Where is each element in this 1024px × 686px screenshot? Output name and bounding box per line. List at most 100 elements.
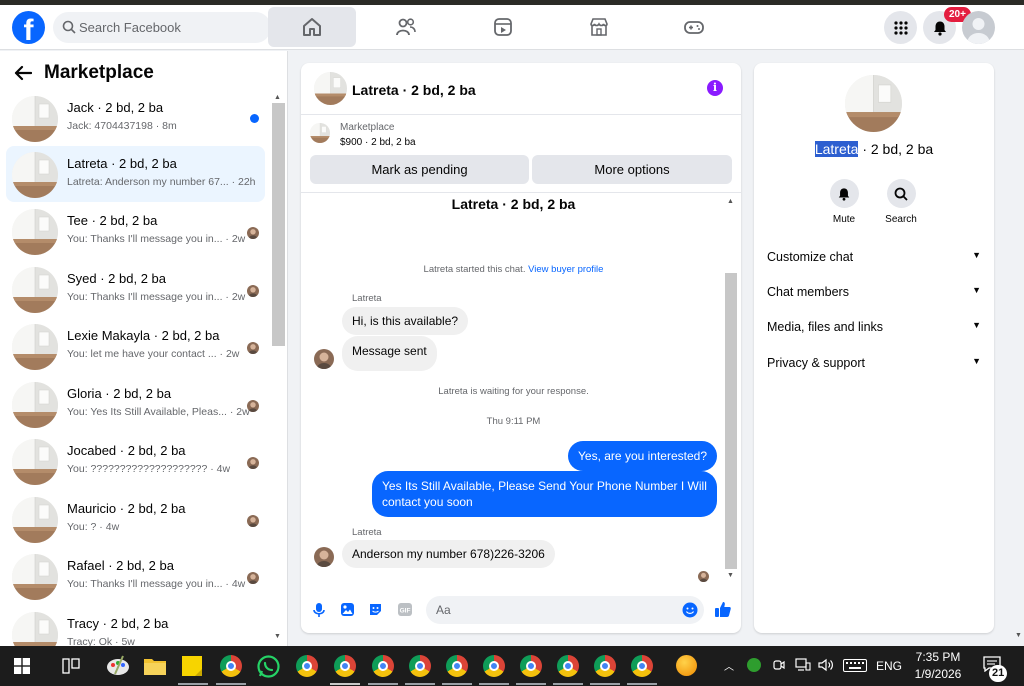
nav-tab-home[interactable] — [268, 7, 356, 47]
file-explorer-icon[interactable] — [143, 655, 167, 677]
system-clock[interactable]: 7:35 PM 1/9/2026 — [900, 649, 976, 683]
chrome-icon[interactable] — [334, 655, 356, 677]
message-bubble-incoming[interactable]: Hi, is this available? — [342, 307, 469, 335]
scroll-down-arrow[interactable]: ▼ — [274, 633, 281, 640]
conversation-item[interactable]: Tee · 2 bd, 2 ba You: Thanks I'll messag… — [6, 203, 265, 259]
conversation-item[interactable]: Gloria · 2 bd, 2 ba You: Yes Its Still A… — [6, 376, 265, 432]
info-icon[interactable]: i — [707, 80, 723, 96]
conversation-snippet: You: let me have your contact ... · 2w — [67, 348, 240, 360]
chrome-icon[interactable] — [372, 655, 394, 677]
whatsapp-icon[interactable] — [257, 655, 280, 678]
keyboard-icon[interactable] — [843, 659, 867, 672]
customize-chat-row[interactable]: Customize chat ▼ — [767, 250, 981, 264]
conversation-item-active[interactable]: Latreta · 2 bd, 2 ba Latreta: Anderson m… — [6, 146, 265, 202]
chat-scrollbar[interactable] — [725, 273, 737, 569]
emoji-icon[interactable] — [682, 602, 698, 618]
search-icon — [894, 187, 908, 201]
chrome-icon[interactable] — [446, 655, 468, 677]
chrome-icon[interactable] — [594, 655, 616, 677]
conversation-item[interactable]: Jocabed · 2 bd, 2 ba You: ??????????????… — [6, 433, 265, 489]
nav-tab-friends[interactable] — [362, 7, 450, 47]
conversation-item[interactable]: Syed · 2 bd, 2 ba You: Thanks I'll messa… — [6, 261, 265, 317]
message-bubble-incoming[interactable]: Anderson my number 678)226-3206 — [342, 540, 555, 568]
view-buyer-profile-link[interactable]: View buyer profile — [528, 264, 603, 275]
search-in-chat-button[interactable]: Search — [879, 179, 923, 225]
conversation-item[interactable]: Mauricio · 2 bd, 2 ba You: ? · 4w — [6, 491, 265, 547]
listing-thumbnail — [310, 123, 330, 143]
search-icon — [62, 20, 76, 34]
network-icon[interactable] — [795, 658, 811, 672]
paint-app-icon[interactable] — [105, 654, 131, 678]
orange-app-icon[interactable] — [676, 655, 697, 676]
chrome-icon[interactable] — [296, 655, 318, 677]
nav-tab-gaming[interactable] — [650, 7, 738, 47]
microphone-icon[interactable] — [312, 602, 326, 618]
conversation-item[interactable]: Jack · 2 bd, 2 ba Jack: 4704437198 · 8m — [6, 90, 265, 146]
chrome-icon[interactable] — [409, 655, 431, 677]
message-input[interactable] — [436, 596, 676, 624]
scroll-up-arrow[interactable]: ▲ — [274, 94, 281, 101]
clock-time: 7:35 PM — [915, 650, 961, 664]
nav-tab-marketplace[interactable] — [555, 7, 643, 47]
seen-avatar-icon — [247, 342, 259, 354]
chat-scroll-down-arrow[interactable]: ▼ — [727, 572, 734, 579]
chrome-icon[interactable] — [483, 655, 505, 677]
sticker-icon[interactable] — [368, 602, 383, 617]
seen-avatar-icon — [247, 285, 259, 297]
profile-avatar[interactable] — [962, 11, 995, 44]
chrome-profile-m-icon[interactable] — [220, 655, 242, 677]
conversation-snippet: Tracy: Ok · 5w — [67, 636, 135, 646]
photo-icon[interactable] — [340, 602, 355, 617]
listing-thumbnail — [12, 152, 58, 198]
clock-date: 1/9/2026 — [914, 667, 962, 681]
chat-thumbnail[interactable] — [314, 72, 347, 105]
show-hidden-icons-icon[interactable]: ︿ — [724, 658, 734, 673]
conversation-snippet: Jack: 4704437198 · 8m — [67, 120, 177, 132]
chat-title[interactable]: Latreta · 2 bd, 2 ba — [352, 82, 476, 98]
gif-icon[interactable]: GIF — [397, 602, 413, 617]
message-bubble-outgoing[interactable]: Yes, are you interested? — [568, 441, 717, 471]
mute-button[interactable]: Mute — [822, 179, 866, 225]
page-scroll-down-arrow[interactable]: ▼ — [1015, 632, 1022, 639]
search-label: Search — [885, 214, 917, 225]
volume-icon[interactable] — [818, 658, 834, 672]
back-arrow-icon[interactable] — [14, 65, 32, 81]
conversation-name: Jack · 2 bd, 2 ba — [67, 100, 164, 115]
buyer-avatar[interactable] — [314, 349, 334, 369]
more-options-button[interactable]: More options — [532, 155, 732, 184]
search-box[interactable] — [53, 12, 271, 43]
taskbar-active-indicator — [330, 683, 360, 685]
chrome-icon[interactable] — [520, 655, 542, 677]
windows-start-icon[interactable] — [14, 658, 30, 674]
conversation-name: Tee · 2 bd, 2 ba — [67, 213, 158, 228]
nav-tab-video[interactable] — [459, 7, 547, 47]
chat-scroll-up-arrow[interactable]: ▲ — [727, 198, 734, 205]
message-bubble-outgoing[interactable]: Yes Its Still Available, Please Send You… — [372, 471, 717, 517]
search-input[interactable] — [79, 12, 264, 43]
meet-now-icon[interactable] — [772, 658, 786, 672]
chrome-icon[interactable] — [557, 655, 579, 677]
friends-icon — [396, 18, 416, 36]
chrome-icon[interactable] — [631, 655, 653, 677]
menu-button[interactable] — [884, 11, 917, 44]
sidebar-scrollbar[interactable] — [272, 103, 285, 346]
message-bubble-incoming[interactable]: Message sent — [342, 336, 437, 371]
mark-pending-button[interactable]: Mark as pending — [310, 155, 529, 184]
chat-members-row[interactable]: Chat members ▼ — [767, 285, 981, 299]
mute-label: Mute — [832, 214, 856, 225]
taskbar-running-indicator — [178, 683, 208, 685]
conversation-item[interactable]: Rafael · 2 bd, 2 ba You: Thanks I'll mes… — [6, 548, 265, 604]
message-input-box[interactable] — [426, 596, 704, 624]
privacy-support-row[interactable]: Privacy & support ▼ — [767, 356, 981, 370]
conversation-item[interactable]: Lexie Makayla · 2 bd, 2 ba You: let me h… — [6, 318, 265, 374]
task-view-icon[interactable] — [62, 658, 80, 674]
facebook-logo-icon[interactable]: f — [12, 11, 45, 44]
language-indicator[interactable]: ENG — [876, 659, 902, 673]
media-files-links-row[interactable]: Media, files and links ▼ — [767, 320, 981, 334]
sticky-notes-icon[interactable] — [181, 655, 203, 677]
buyer-avatar[interactable] — [314, 547, 334, 567]
conversation-item[interactable]: Tracy · 2 bd, 2 ba Tracy: Ok · 5w — [6, 606, 265, 646]
thumbs-up-icon[interactable] — [714, 600, 732, 618]
tray-green-icon[interactable] — [747, 658, 761, 672]
listing-thumbnail — [12, 554, 58, 600]
